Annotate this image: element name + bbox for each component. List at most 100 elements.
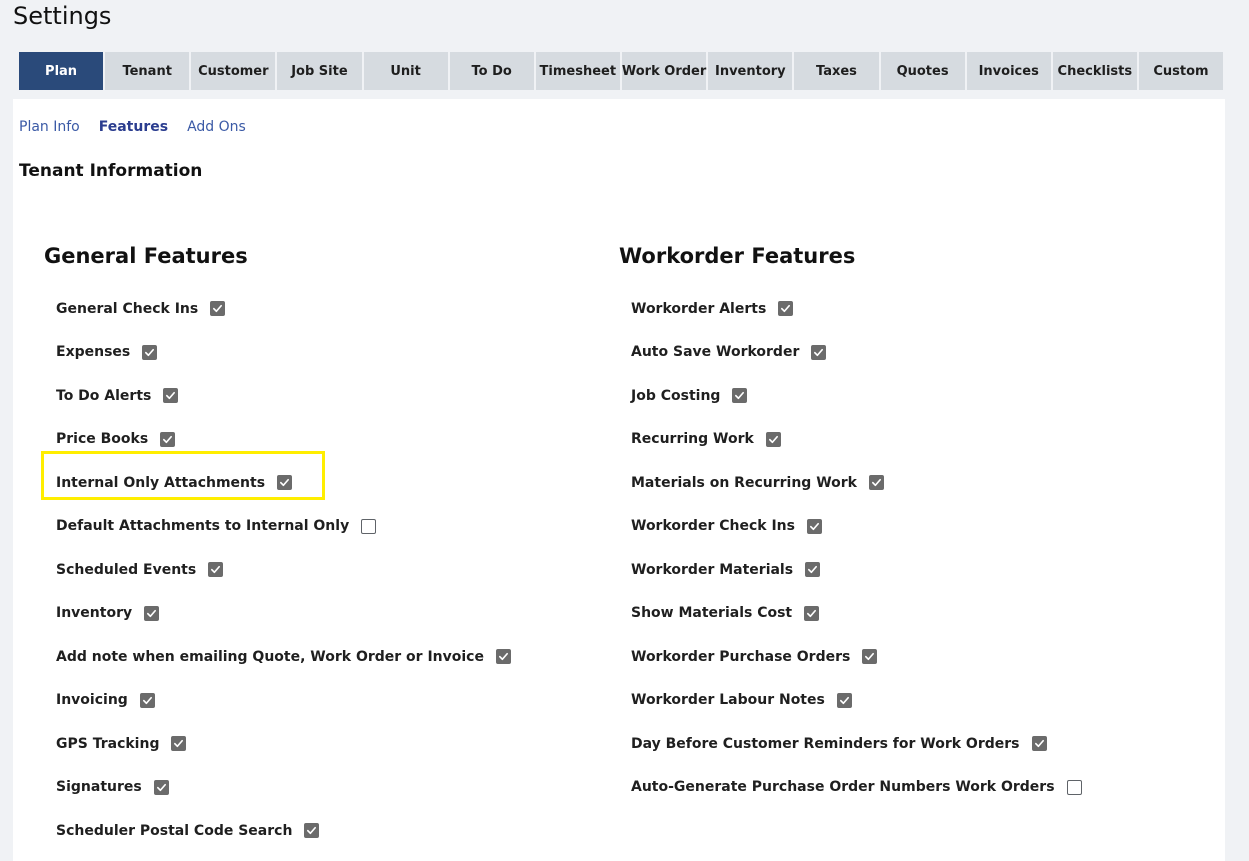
checkbox-default-attachments-to-internal-only[interactable] [361,518,377,534]
feature-label: Price Books [56,431,149,448]
tab-quotes[interactable]: Quotes [880,52,965,90]
feature-row: Auto-Generate Purchase Order Numbers Wor… [631,766,1082,810]
settings-panel: Plan Info Features Add Ons Tenant Informat… [13,99,1225,861]
feature-label: Expenses [56,344,131,361]
feature-label: Internal Only Attachments [56,474,266,491]
feature-label: Workorder Check Ins [631,518,795,535]
feature-label: Day Before Customer Reminders for Work O… [631,735,1020,752]
feature-label: Default Attachments to Internal Only [56,518,350,535]
tab-checklists[interactable]: Checklists [1052,52,1137,90]
general-features-heading: General Features [44,244,248,268]
feature-row: Invoicing [56,679,511,723]
checkmark-icon [768,435,778,443]
feature-label: Scheduler Postal Code Search [56,822,293,839]
subtab-add-ons[interactable]: Add Ons [187,119,246,135]
checkmark-icon [156,783,166,791]
feature-row: Materials on Recurring Work [631,461,1082,505]
feature-row: Scheduled Events [56,548,511,592]
checkbox-gps-tracking[interactable] [171,736,187,752]
checkbox-signatures[interactable] [153,779,169,795]
checkbox-invoicing[interactable] [139,692,155,708]
checkbox-show-materials-cost[interactable] [804,605,820,621]
checkmark-icon [814,348,824,356]
feature-label: Auto Save Workorder [631,344,800,361]
checkbox-add-note-when-emailing-quote-work-order-or-invoice[interactable] [495,649,511,665]
checkbox-expenses[interactable] [142,344,158,360]
feature-label: Inventory [56,605,133,622]
checkbox-day-before-customer-reminders-for-work-orders[interactable] [1031,736,1047,752]
subtab-plan-info[interactable]: Plan Info [19,119,80,135]
tab-plan[interactable]: Plan [19,52,104,90]
checkmark-icon [809,522,819,530]
checkmark-icon [307,827,317,835]
feature-label: Workorder Alerts [631,300,767,317]
feature-row: GPS Tracking [56,722,511,766]
checkmark-icon [807,609,817,617]
tab-customer[interactable]: Customer [191,52,276,90]
checkbox-to-do-alerts[interactable] [163,388,179,404]
tab-taxes[interactable]: Taxes [794,52,879,90]
checkbox-price-books[interactable] [160,431,176,447]
general-features-list: General Check Ins Expenses To Do Alerts Pri… [56,287,511,853]
checkmark-icon [142,696,152,704]
feature-row: Job Costing [631,374,1082,418]
subtab-features[interactable]: Features [99,119,168,135]
tab-work-order[interactable]: Work Order [621,52,707,90]
feature-row: Internal Only Attachments [56,461,511,505]
feature-row: Auto Save Workorder [631,331,1082,375]
tab-job-site[interactable]: Job Site [277,52,362,90]
tab-custom[interactable]: Custom [1138,52,1224,90]
feature-row: Show Materials Cost [631,592,1082,636]
checkmark-icon [145,348,155,356]
checkmark-icon [808,566,818,574]
tab-inventory[interactable]: Inventory [708,52,793,90]
feature-label: Scheduled Events [56,561,197,578]
checkbox-workorder-labour-notes[interactable] [836,692,852,708]
feature-label: General Check Ins [56,300,199,317]
checkmark-icon [781,305,791,313]
section-title: Tenant Information [19,161,203,181]
checkbox-recurring-work[interactable] [765,431,781,447]
checkmark-icon [839,696,849,704]
checkmark-icon [865,653,875,661]
feature-row: Workorder Purchase Orders [631,635,1082,679]
tab-tenant[interactable]: Tenant [105,52,190,90]
checkbox-job-costing[interactable] [732,388,748,404]
feature-row: Price Books [56,418,511,462]
checkmark-icon [871,479,881,487]
checkbox-workorder-purchase-orders[interactable] [862,649,878,665]
tab-to-do[interactable]: To Do [449,52,534,90]
feature-label: Job Costing [631,387,721,404]
feature-label: Signatures [56,779,142,796]
tab-timesheet[interactable]: Timesheet [535,52,620,90]
plan-subtabs: Plan Info Features Add Ons [19,119,246,135]
feature-label: To Do Alerts [56,387,152,404]
checkbox-workorder-materials[interactable] [805,562,821,578]
feature-row: General Check Ins [56,287,511,331]
checkbox-auto-save-workorder[interactable] [811,344,827,360]
checkbox-scheduled-events[interactable] [208,562,224,578]
feature-row: Workorder Materials [631,548,1082,592]
checkmark-icon [1034,740,1044,748]
feature-label: Invoicing [56,692,128,709]
checkmark-icon [174,740,184,748]
checkbox-scheduler-postal-code-search[interactable] [304,823,320,839]
feature-row: Inventory [56,592,511,636]
feature-label: Auto-Generate Purchase Order Numbers Wor… [631,779,1055,796]
checkbox-inventory[interactable] [144,605,160,621]
feature-row: Workorder Check Ins [631,505,1082,549]
checkbox-workorder-check-ins[interactable] [806,518,822,534]
tab-unit[interactable]: Unit [363,52,448,90]
checkbox-workorder-alerts[interactable] [778,301,794,317]
checkbox-internal-only-attachments[interactable] [277,475,293,491]
feature-row: Add note when emailing Quote, Work Order… [56,635,511,679]
checkmark-icon [147,609,157,617]
checkbox-general-check-ins[interactable] [210,301,226,317]
tab-invoices[interactable]: Invoices [966,52,1051,90]
checkmark-icon [213,305,223,313]
feature-label: GPS Tracking [56,735,160,752]
checkbox-auto-generate-purchase-order-numbers-work-orders[interactable] [1066,779,1082,795]
checkbox-materials-on-recurring-work[interactable] [868,475,884,491]
feature-label: Workorder Purchase Orders [631,648,851,665]
feature-row: Day Before Customer Reminders for Work O… [631,722,1082,766]
